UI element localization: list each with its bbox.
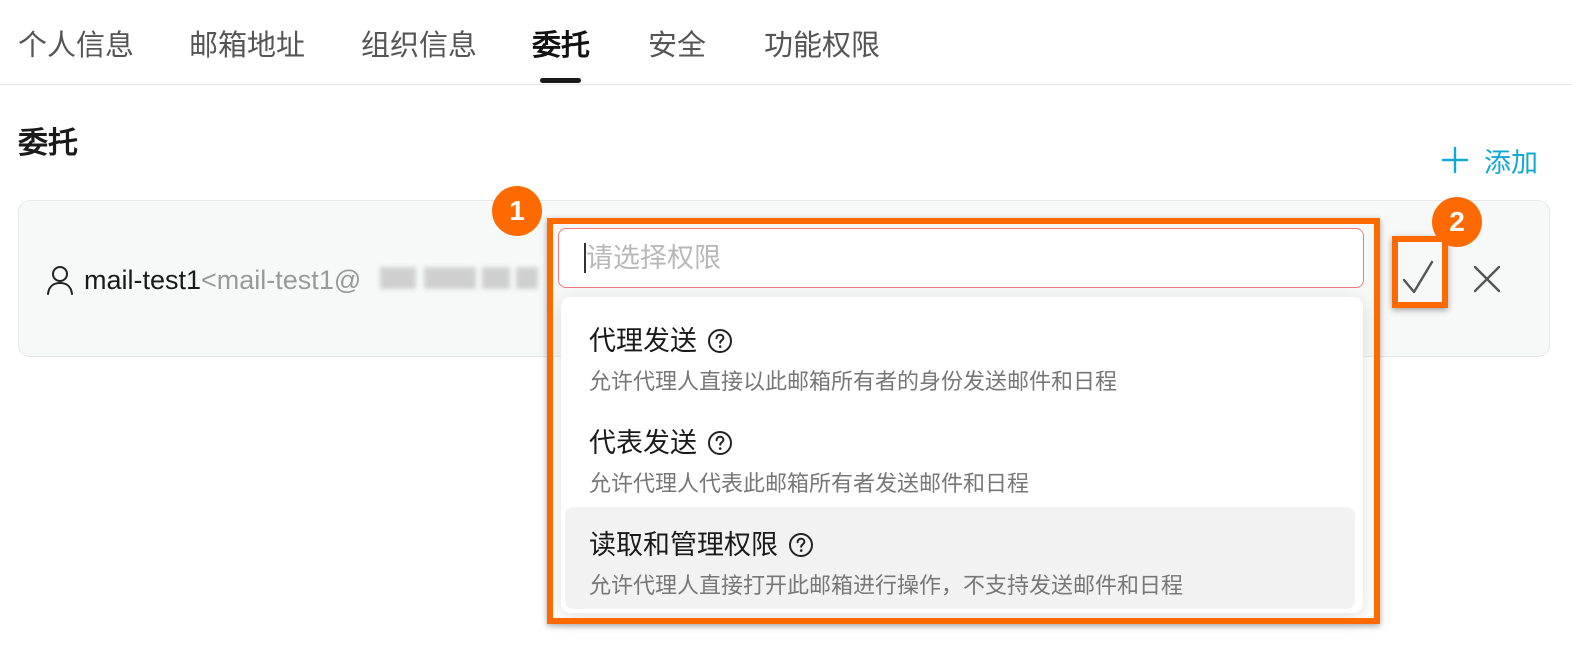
plus-icon [1441, 146, 1469, 174]
redacted-email-part [482, 267, 510, 289]
redacted-email-part [424, 267, 476, 289]
annotation-step-badge: 1 [492, 186, 542, 236]
annotation-highlight-box [547, 218, 1380, 624]
section-title: 委托 [18, 127, 78, 160]
tab-personal-info[interactable]: 个人信息 [18, 24, 134, 68]
active-tab-indicator [540, 78, 581, 83]
tab-email-address[interactable]: 邮箱地址 [189, 24, 305, 68]
tab-feature-permissions[interactable]: 功能权限 [764, 24, 880, 68]
tab-security[interactable]: 安全 [648, 24, 706, 68]
add-button-label: 添加 [1484, 147, 1538, 178]
redacted-email-part [516, 267, 538, 289]
user-icon [47, 266, 73, 295]
add-delegate-button[interactable]: 添加 [1440, 138, 1538, 182]
annotation-highlight-box [1392, 236, 1448, 308]
tab-organization-info[interactable]: 组织信息 [361, 24, 477, 68]
delegate-email: <mail-test1@ [201, 265, 362, 295]
delegate-identity: mail-test1<mail-test1@ [84, 260, 361, 300]
tab-bar: 个人信息 邮箱地址 组织信息 委托 安全 功能权限 [0, 0, 1572, 85]
tab-delegation[interactable]: 委托 [532, 24, 590, 68]
cancel-close-icon[interactable] [1470, 262, 1504, 296]
annotation-step-badge: 2 [1432, 197, 1482, 247]
redacted-email-part [380, 267, 416, 289]
delegate-name: mail-test1 [84, 265, 202, 295]
